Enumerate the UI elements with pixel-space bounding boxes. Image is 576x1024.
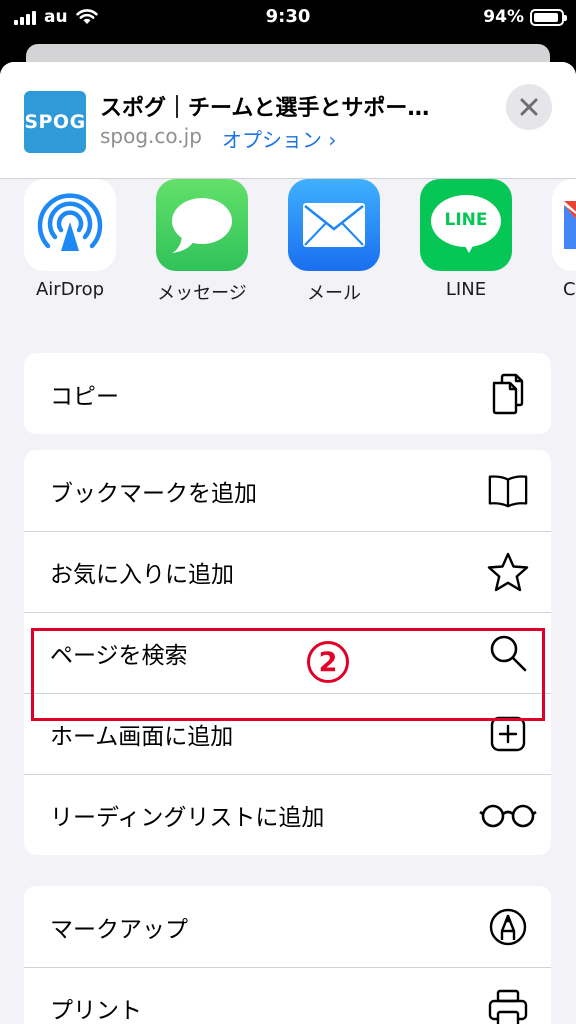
close-icon	[520, 98, 538, 116]
share-sheet: SPOG スポグ｜チームと選手とサポー… spog.co.jp オプション ›	[0, 62, 576, 1024]
share-sheet-header: SPOG スポグ｜チームと選手とサポー… spog.co.jp オプション ›	[0, 62, 576, 179]
highlight-box	[31, 628, 545, 721]
action-add-bookmark[interactable]: ブックマークを追加	[24, 450, 551, 531]
action-label: コピー	[50, 383, 119, 410]
app-gmail[interactable]: C	[543, 179, 576, 300]
line-icon: LINE	[420, 179, 512, 271]
action-label: お気に入りに追加	[50, 562, 234, 588]
status-right: 94%	[483, 7, 567, 27]
action-label: ホーム画面に追加	[50, 724, 234, 750]
share-apps-row: AirDrop メッセージ メール LINE LINE C	[0, 179, 576, 309]
app-airdrop[interactable]: AirDrop	[15, 179, 125, 300]
battery-percentage: 94%	[483, 7, 524, 27]
printer-icon	[487, 987, 529, 1024]
markup-icon	[487, 906, 529, 948]
page-domain: spog.co.jp	[100, 124, 202, 148]
messages-icon	[156, 179, 248, 271]
app-mail[interactable]: メール	[279, 179, 389, 305]
action-group-more: マークアップ プリント	[24, 886, 551, 1024]
airdrop-icon	[24, 179, 116, 271]
app-label: メール	[307, 283, 361, 304]
gmail-icon	[552, 179, 576, 271]
action-label: ブックマークを追加	[50, 480, 257, 507]
options-link[interactable]: オプション ›	[222, 124, 336, 153]
status-bar: au 9:30 94%	[0, 0, 576, 36]
action-label: マークアップ	[50, 916, 188, 943]
app-line[interactable]: LINE LINE	[411, 179, 521, 300]
action-print[interactable]: プリント	[24, 967, 551, 1024]
site-favicon: SPOG	[24, 91, 86, 153]
app-label: LINE	[445, 279, 487, 300]
app-messages[interactable]: メッセージ	[147, 179, 257, 305]
action-markup[interactable]: マークアップ	[24, 886, 551, 967]
app-label: AirDrop	[35, 279, 105, 300]
battery-icon	[530, 8, 567, 26]
action-label: リーディングリストに追加	[50, 805, 325, 831]
app-label: メッセージ	[157, 283, 247, 304]
action-add-favorite[interactable]: お気に入りに追加	[24, 531, 551, 612]
star-icon	[487, 551, 529, 593]
page-title: スポグ｜チームと選手とサポー…	[100, 96, 430, 121]
copy-icon	[487, 373, 529, 415]
action-add-reading-list[interactable]: リーディングリストに追加	[24, 774, 551, 855]
action-group-copy: コピー	[24, 353, 551, 434]
app-label: C	[563, 279, 576, 300]
battery-level-fill	[534, 12, 559, 22]
mail-icon	[288, 179, 380, 271]
book-icon	[487, 470, 529, 512]
line-icon-text: LINE	[444, 210, 488, 230]
step-number-badge: 2	[307, 641, 349, 683]
action-copy[interactable]: コピー	[24, 353, 551, 434]
close-button[interactable]	[506, 84, 552, 130]
glasses-icon	[479, 794, 537, 836]
action-label: プリント	[50, 998, 142, 1024]
